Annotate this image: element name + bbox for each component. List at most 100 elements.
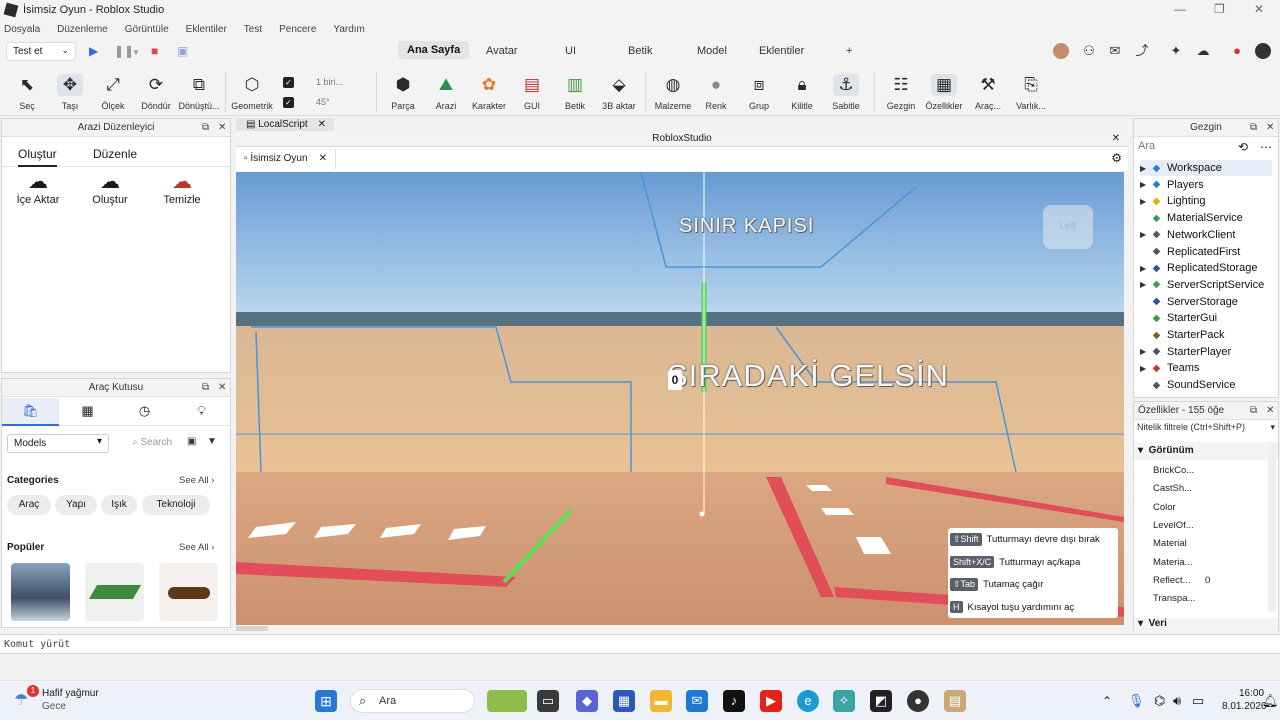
section-appearance[interactable]: ▾ Görünüm (1134, 442, 1278, 460)
property-filter-input[interactable]: Nitelik filtrele (Ctrl+Shift+P) ▾ (1137, 422, 1277, 438)
property-row[interactable]: Materia... (1134, 554, 1266, 572)
microphone-icon[interactable]: 🎙︎ (1128, 693, 1145, 709)
marketplace-tab-icon[interactable]: 🛍︎ (2, 398, 59, 426)
scale-tool[interactable]: ⤢ Ölçek (91, 74, 135, 111)
toolbox-toggle[interactable]: ⚒ Araç... (966, 74, 1010, 111)
category-chip[interactable]: Teknoloji (142, 495, 210, 515)
terrain-tool[interactable]: ⛰ Arazi (424, 74, 468, 111)
lock-tool[interactable]: 🔒︎ Kilitle (780, 74, 824, 111)
command-input[interactable]: Komut yürüt (4, 639, 70, 650)
properties-toggle[interactable]: ▦ Özellikler (922, 74, 966, 111)
settings-gear-icon[interactable]: ⚙ (1111, 151, 1122, 165)
explorer-item[interactable]: ◆ StarterGui (1140, 310, 1218, 326)
explorer-toggle[interactable]: ☷ Gezgin (879, 74, 923, 111)
explorer-item[interactable]: ▶ ◆ Workspace (1140, 160, 1272, 176)
rotate-increment-input[interactable]: 45° (298, 95, 360, 111)
clock-time[interactable]: 16:00 (1239, 688, 1264, 699)
undock-icon[interactable]: ⧉ (1250, 402, 1257, 420)
filter-icon[interactable]: ▼ (207, 436, 217, 447)
category-dropdown[interactable]: Models ▾ (7, 434, 109, 453)
cloud-icon[interactable]: ☁ (1195, 43, 1211, 59)
undock-icon[interactable]: ⧉ (202, 379, 209, 397)
rotate-snap-checkbox[interactable]: ✓ (283, 97, 294, 108)
add-friend-icon[interactable]: ⚇ (1081, 43, 1097, 59)
chat-icon[interactable]: ✉ (1107, 43, 1123, 59)
explorer-search-input[interactable]: Ara (1138, 140, 1238, 158)
select-tool[interactable]: ⬉ Seç (5, 74, 49, 111)
section-data[interactable]: ▾ Veri (1134, 618, 1278, 632)
maximize-icon[interactable]: ❐ (1214, 2, 1225, 16)
menu-test[interactable]: Test (244, 24, 262, 35)
popular-item-car[interactable] (159, 563, 218, 621)
geometry-tool[interactable]: ⬡ Geometrik (230, 74, 274, 111)
property-row[interactable]: Reflect... 0 (1134, 572, 1266, 590)
import-3d-tool[interactable]: ⬙ 3B aktar (597, 74, 641, 111)
import-button[interactable]: ☁ İçe Aktar (12, 169, 64, 206)
gui-tool[interactable]: ▤ GUI (510, 74, 554, 111)
menu-file[interactable]: Dosyala (4, 24, 40, 35)
youtube-icon[interactable]: ▶ (760, 690, 782, 712)
explorer-item[interactable]: ▶ ◆ NetworkClient (1140, 227, 1235, 243)
creations-tab-icon[interactable]: 💡︎ (173, 398, 230, 424)
group-tool[interactable]: ⧈ Grup (737, 74, 781, 111)
task-view-icon[interactable]: ▭ (537, 690, 559, 712)
anchor-tool[interactable]: ⚓︎ Sabitle (824, 74, 868, 111)
move-snap-checkbox[interactable]: ✓ (283, 77, 294, 88)
battery-icon[interactable]: ▭ (1192, 693, 1204, 709)
undock-icon[interactable]: ⧉ (1250, 119, 1257, 137)
avatar-icon[interactable] (1053, 43, 1069, 59)
explorer-item[interactable]: ◆ ReplicatedFirst (1140, 244, 1241, 260)
minimize-icon[interactable]: — (1174, 2, 1186, 16)
explorer-item[interactable]: ◆ ServerStorage (1140, 294, 1238, 310)
expand-arrow-icon[interactable]: ▶ (1140, 164, 1150, 173)
close-icon[interactable]: ✕ (1112, 131, 1120, 147)
explorer-item[interactable]: ▶ ◆ Teams (1140, 360, 1199, 376)
close-icon[interactable]: ✕ (319, 149, 327, 169)
image-search-icon[interactable]: ▣ (187, 436, 196, 447)
store-icon[interactable]: ▦ (613, 690, 635, 712)
volume-icon[interactable]: 🔊︎ (1173, 693, 1181, 709)
properties-scrollbar[interactable] (1268, 442, 1276, 612)
close-icon[interactable]: ✕ (1266, 119, 1274, 137)
expand-arrow-icon[interactable]: ▶ (1140, 347, 1150, 356)
profile-avatar-icon[interactable] (1255, 43, 1271, 59)
property-row[interactable]: BrickCo... (1134, 462, 1266, 480)
property-row[interactable]: CastSh... (1134, 480, 1266, 498)
app-icon[interactable]: ✧ (833, 690, 855, 712)
character-tool[interactable]: ✿ Karakter (467, 74, 511, 111)
expand-arrow-icon[interactable]: ▶ (1140, 280, 1150, 289)
tab-create[interactable]: Oluştur (18, 147, 57, 167)
tab-script[interactable]: Betik (628, 45, 652, 57)
rotate-tool[interactable]: ⟳ Döndür (134, 74, 178, 111)
category-chip[interactable]: Araç (7, 495, 51, 515)
weather-widget[interactable]: ☂ 1 Hafif yağmur Gece (14, 685, 104, 714)
move-increment-input[interactable]: 1 biri... (298, 75, 360, 91)
menu-view[interactable]: Görüntüle (125, 24, 169, 35)
property-row[interactable]: Material (1134, 535, 1266, 553)
tab-plugins[interactable]: Eklentiler (759, 45, 804, 57)
property-row[interactable]: LevelOf... (1134, 517, 1266, 535)
share-icon[interactable]: ⤴ (1134, 43, 1150, 59)
expand-arrow-icon[interactable]: ▶ (1140, 264, 1150, 273)
notification-icon[interactable]: ● (1229, 43, 1245, 59)
property-row[interactable]: Color (1134, 499, 1266, 517)
expand-arrow-icon[interactable]: ▶ (1140, 364, 1150, 373)
expand-arrow-icon[interactable]: ▶ (1140, 180, 1150, 189)
category-chip[interactable]: Yapı (55, 495, 97, 515)
notepad-icon[interactable]: ▤ (944, 690, 966, 712)
color-tool[interactable]: ● Renk (694, 74, 738, 111)
category-chip[interactable]: Işık (101, 495, 137, 515)
explorer-item[interactable]: ▶ ◆ ServerScriptService (1140, 277, 1264, 293)
tab-game[interactable]: ▫ İsimsiz Oyun ✕ (236, 149, 336, 169)
tab-edit[interactable]: Düzenle (93, 147, 137, 161)
tab-avatar[interactable]: Avatar (486, 45, 518, 57)
taskbar-search[interactable]: ⌕ Ara (350, 689, 475, 713)
play-icon[interactable]: ▶ (89, 44, 98, 58)
explorer-item[interactable]: ◆ SoundService (1140, 377, 1236, 393)
file-explorer-icon[interactable]: ▬ (650, 690, 672, 712)
search-highlight-icon[interactable] (487, 690, 527, 712)
toolbox-search-input[interactable]: ⌕ Search ▣ ▼ (127, 434, 225, 453)
close-icon[interactable]: ✕ (1266, 402, 1274, 420)
explorer-item[interactable]: ▶ ◆ Players (1140, 177, 1204, 193)
copilot-icon[interactable]: ◆ (576, 690, 598, 712)
